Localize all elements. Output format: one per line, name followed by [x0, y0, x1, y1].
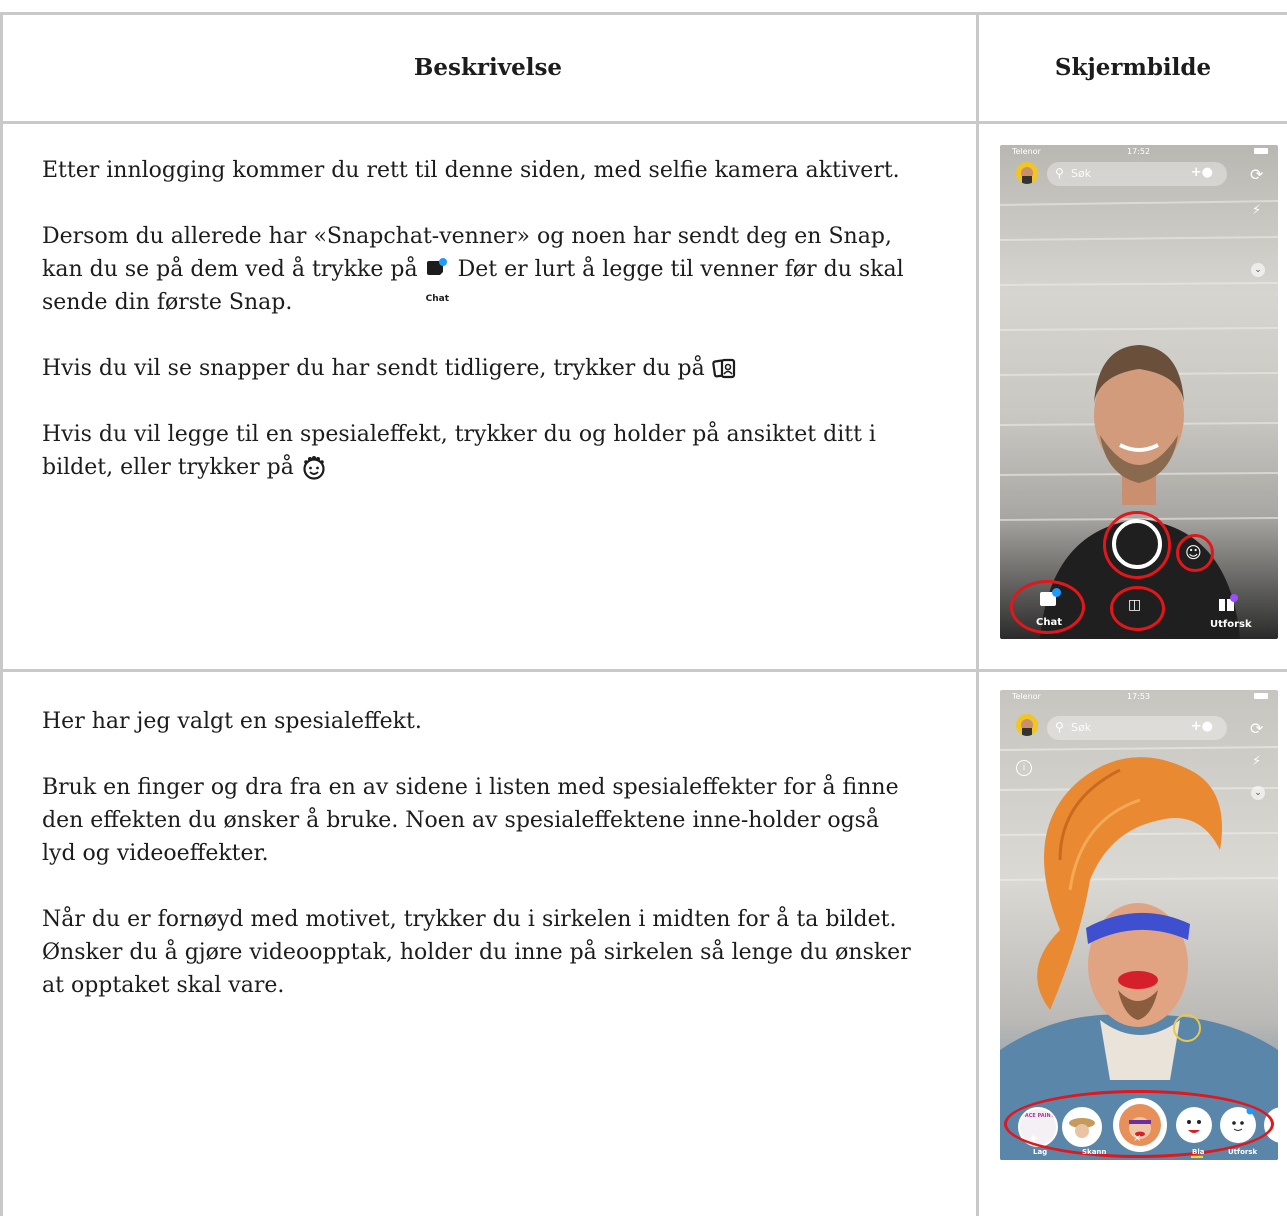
carrier-text-2: Telenor	[1012, 692, 1041, 701]
table-row-divider	[0, 669, 1287, 672]
highlight-lens	[1176, 534, 1214, 572]
row1-paragraph-4: Hvis du vil legge til en spesialeffekt, …	[42, 418, 912, 484]
row1-paragraph-2: Dersom du allerede har «Snapchat-venner»…	[42, 220, 912, 319]
clock-text: 17:52	[1127, 147, 1151, 156]
nav-create-label: Lag	[1033, 1148, 1048, 1156]
search-placeholder-2: Søk	[1071, 721, 1092, 734]
bitmoji-avatar[interactable]	[1016, 162, 1038, 184]
chat-icon-label: Chat	[425, 294, 449, 304]
row2-paragraph-2: Bruk en finger og dra fra en av sidene i…	[42, 775, 899, 866]
carrier-text: Telenor	[1012, 147, 1041, 156]
row1-description: Etter innlogging kommer du rett til denn…	[42, 154, 912, 517]
instruction-table: Beskrivelse Skjermbilde Etter innlogging…	[0, 0, 1287, 1216]
nav-explore-label: Utforsk	[1228, 1148, 1258, 1156]
flash-icon-2[interactable]: ⚡	[1252, 754, 1261, 769]
memories-icon	[711, 357, 738, 381]
nav-browse-label: Bla	[1192, 1148, 1205, 1156]
row2-paragraph-3: Når du er fornøyd med motivet, trykker d…	[42, 907, 911, 998]
highlight-chat	[1010, 580, 1085, 634]
screenshot-camera-screen: Telenor 17:52 ⚲ Søk +● ⟳ ⚡ ⌄ ☺ Chat ◫ Ut…	[1000, 145, 1278, 639]
explore-label: Utforsk	[1210, 619, 1252, 630]
more-options-icon[interactable]: ⌄	[1251, 263, 1265, 277]
flip-camera-icon-2[interactable]: ⟳	[1250, 719, 1263, 738]
lens-face-icon	[301, 455, 327, 481]
row1-paragraph-3-text: Hvis du vil se snapper du har sendt tidl…	[42, 356, 705, 381]
search-placeholder: Søk	[1071, 167, 1092, 180]
battery-icon-2	[1254, 693, 1268, 699]
flash-icon[interactable]: ⚡	[1252, 203, 1261, 218]
info-icon[interactable]: i	[1016, 760, 1032, 776]
table-border-left	[0, 12, 3, 1216]
screenshot-lens-screen: Telenor 17:53 ⚲ Søk +● ⟳ i ⚡ ⌄ FACE PAIN…	[1000, 690, 1278, 1160]
more-options-icon-2[interactable]: ⌄	[1251, 786, 1265, 800]
discover-icon[interactable]	[1219, 594, 1238, 611]
status-bar-2: Telenor 17:53	[1000, 690, 1278, 704]
add-friend-icon[interactable]: +●	[1191, 165, 1213, 180]
highlight-memories	[1110, 586, 1165, 631]
close-lens-icon[interactable]: ×	[1133, 1133, 1141, 1144]
row2-paragraph-1: Her har jeg valgt en spesialeffekt.	[42, 709, 422, 734]
flip-camera-icon[interactable]: ⟳	[1250, 165, 1263, 184]
nav-browse-indicator	[1191, 1156, 1203, 1158]
highlight-shutter	[1103, 511, 1171, 579]
table-column-divider	[976, 12, 979, 1216]
row1-paragraph-1: Etter innlogging kommer du rett til denn…	[42, 158, 900, 183]
chat-icon: Chat	[425, 255, 451, 304]
battery-icon	[1254, 148, 1268, 154]
row1-paragraph-3: Hvis du vil se snapper du har sendt tidl…	[42, 352, 912, 385]
search-bar[interactable]: ⚲ Søk +●	[1047, 162, 1227, 186]
search-bar-2[interactable]: ⚲ Søk +●	[1047, 716, 1227, 740]
clock-text-2: 17:53	[1127, 692, 1151, 701]
create-icon[interactable]: ✦	[1028, 1132, 1039, 1147]
row1-paragraph-4-text: Hvis du vil legge til en spesialeffekt, …	[42, 422, 876, 480]
header-description: Beskrivelse	[413, 53, 563, 81]
search-icon-2: ⚲	[1055, 720, 1064, 734]
header-screenshot: Skjermbilde	[1054, 53, 1212, 81]
add-friend-icon-2[interactable]: +●	[1191, 719, 1213, 734]
search-icon: ⚲	[1055, 166, 1064, 180]
bitmoji-avatar-2[interactable]	[1016, 714, 1038, 736]
nav-scan-label: Skann	[1082, 1148, 1107, 1156]
status-bar: Telenor 17:52	[1000, 145, 1278, 159]
row2-description: Her har jeg valgt en spesialeffekt. Bruk…	[42, 705, 912, 1035]
